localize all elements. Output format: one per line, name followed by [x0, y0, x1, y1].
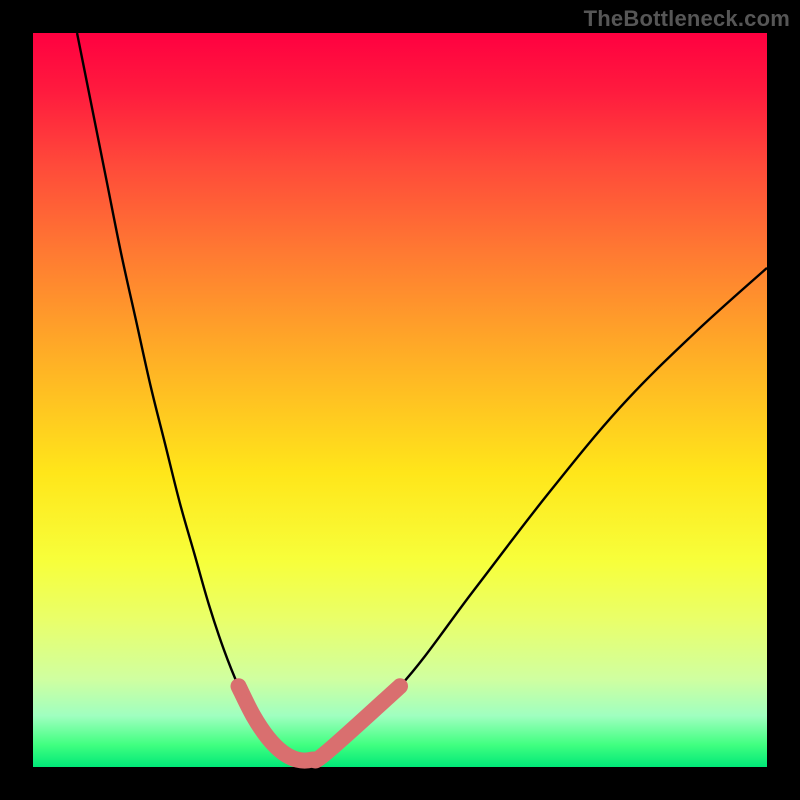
- watermark-text: TheBottleneck.com: [584, 6, 790, 32]
- chart-frame: TheBottleneck.com: [0, 0, 800, 800]
- plot-area: [33, 33, 767, 767]
- accent-dot: [239, 694, 253, 708]
- curve-svg: [33, 33, 767, 767]
- accent-segment: [239, 686, 400, 760]
- bottleneck-curve: [77, 33, 767, 761]
